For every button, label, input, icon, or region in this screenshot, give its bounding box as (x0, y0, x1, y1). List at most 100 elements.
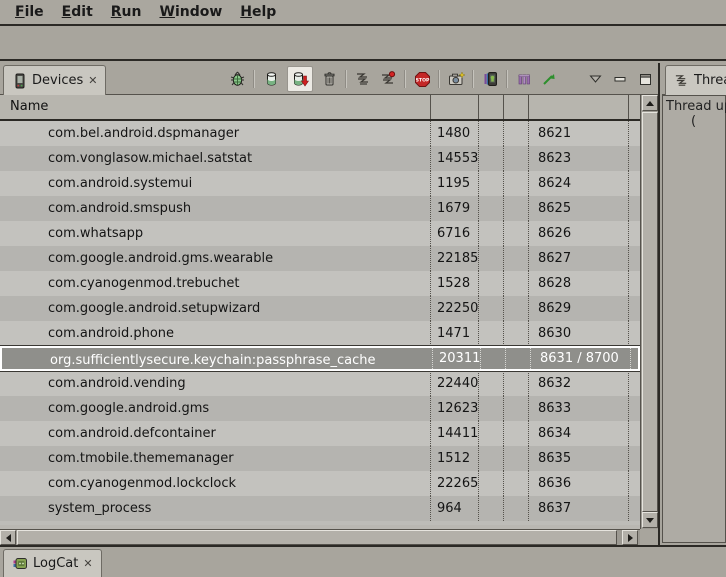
row-pid: 20311 (432, 348, 480, 369)
table-row[interactable]: com.android.vending224408632 (0, 371, 640, 396)
column-divider[interactable] (478, 95, 479, 119)
heap-cylinder-icon[interactable] (262, 70, 280, 88)
table-row[interactable]: com.google.android.setupwizard222508629 (0, 296, 640, 321)
row-empty-cell (628, 196, 640, 221)
row-empty-cell (478, 121, 503, 146)
row-empty-cell (503, 121, 528, 146)
garbage-collect-trash-icon[interactable] (320, 70, 338, 88)
tab-devices[interactable]: Devices ✕ (3, 65, 106, 95)
row-empty-cell (503, 196, 528, 221)
row-empty-cell (628, 321, 640, 346)
row-empty-cell (628, 121, 640, 146)
row-name: com.android.systemui (0, 171, 430, 196)
row-pid: 22440 (430, 371, 478, 396)
row-empty-cell (503, 496, 528, 521)
scroll-right-button[interactable] (622, 530, 638, 545)
row-port: 8637 (528, 496, 628, 521)
screenshot-camera-icon[interactable] (447, 70, 465, 88)
row-port: 8621 (528, 121, 628, 146)
menu-window[interactable]: Window (150, 2, 231, 22)
column-divider[interactable] (430, 95, 431, 119)
column-header-name[interactable]: Name (10, 99, 48, 114)
table-header[interactable]: Name (0, 95, 640, 121)
menu-help[interactable]: Help (231, 2, 285, 22)
close-icon[interactable]: ✕ (83, 558, 92, 569)
row-empty-cell (630, 348, 640, 369)
column-divider[interactable] (503, 95, 504, 119)
close-icon[interactable]: ✕ (88, 75, 97, 86)
table-row[interactable]: com.android.defcontainer144118634 (0, 421, 640, 446)
row-empty-cell (478, 246, 503, 271)
profiling-bars-icon[interactable] (515, 70, 533, 88)
toolbar-separator (253, 70, 255, 88)
app-toolbar-strip (0, 26, 726, 61)
row-pid: 1679 (430, 196, 478, 221)
update-threads-icon[interactable] (354, 70, 372, 88)
row-name: com.android.defcontainer (0, 421, 430, 446)
row-empty-cell (628, 471, 640, 496)
scroll-down-button[interactable] (642, 512, 658, 528)
menu-file[interactable]: File (6, 2, 53, 22)
table-row[interactable]: com.android.systemui11958624 (0, 171, 640, 196)
column-divider[interactable] (528, 95, 529, 119)
row-empty-cell (478, 171, 503, 196)
table-row[interactable]: com.vonglasow.michael.satstat145538623 (0, 146, 640, 171)
logcat-bar: LogCat ✕ (0, 545, 726, 577)
scroll-up-button[interactable] (642, 95, 658, 111)
column-divider[interactable] (628, 95, 629, 119)
table-row[interactable]: com.google.android.gms.wearable221858627 (0, 246, 640, 271)
row-pid: 22185 (430, 246, 478, 271)
vertical-scrollbar-thumb[interactable] (642, 112, 658, 512)
table-row[interactable]: com.whatsapp67168626 (0, 221, 640, 246)
table-row[interactable]: com.google.android.gms126238633 (0, 396, 640, 421)
row-name: com.google.android.gms.wearable (0, 246, 430, 271)
debug-bug-icon[interactable] (228, 70, 246, 88)
threads-red-dot-icon[interactable] (379, 70, 397, 88)
row-empty-cell (628, 246, 640, 271)
tab-threads[interactable]: Threads (665, 65, 726, 95)
row-pid: 14411 (430, 421, 478, 446)
row-empty-cell (478, 446, 503, 471)
view-menu-icon[interactable] (586, 70, 604, 88)
heap-dump-red-arrow-icon[interactable] (287, 66, 313, 92)
device-table-body: com.bel.android.dspmanager14808621com.vo… (0, 121, 640, 525)
row-name: com.android.phone (0, 321, 430, 346)
scrollbar-corner (640, 529, 660, 545)
maximize-icon[interactable] (636, 70, 654, 88)
device-screen-capture-icon[interactable] (481, 70, 499, 88)
row-empty-cell (628, 221, 640, 246)
menu-edit[interactable]: Edit (53, 2, 102, 22)
menu-run[interactable]: Run (102, 2, 151, 22)
threads-icon (674, 73, 689, 88)
horizontal-scrollbar-thumb[interactable] (17, 530, 617, 545)
table-row[interactable]: com.android.smspush16798625 (0, 196, 640, 221)
table-row[interactable]: com.cyanogenmod.lockclock222658636 (0, 471, 640, 496)
toolbar-separator (506, 70, 508, 88)
table-row[interactable]: com.bel.android.dspmanager14808621 (0, 121, 640, 146)
devices-tabbar: Devices ✕ (0, 63, 658, 95)
scroll-left-button[interactable] (0, 530, 16, 545)
row-name: system_process (0, 496, 430, 521)
tab-logcat-label: LogCat (33, 556, 78, 571)
tab-logcat[interactable]: LogCat ✕ (3, 549, 102, 577)
stop-process-icon[interactable]: STOP (413, 70, 431, 88)
table-row[interactable]: com.cyanogenmod.trebuchet15288628 (0, 271, 640, 296)
row-pid: 22265 (430, 471, 478, 496)
row-pid: 22250 (430, 296, 478, 321)
table-row[interactable]: com.tmobile.thememanager15128635 (0, 446, 640, 471)
minimize-icon[interactable] (611, 70, 629, 88)
table-row[interactable]: com.android.phone14718630 (0, 321, 640, 346)
devices-toolbar: STOP (228, 65, 654, 93)
horizontal-scrollbar[interactable] (0, 529, 640, 545)
table-row[interactable]: org.sufficientlysecure.keychain:passphra… (0, 346, 640, 371)
row-empty-cell (628, 396, 640, 421)
row-pid: 12623 (430, 396, 478, 421)
row-name: com.bel.android.dspmanager (0, 121, 430, 146)
vertical-scrollbar[interactable] (640, 95, 658, 529)
main-area: Devices ✕ (0, 63, 726, 545)
row-empty-cell (503, 246, 528, 271)
start-tracing-arrow-icon[interactable] (540, 70, 558, 88)
row-port: 8636 (528, 471, 628, 496)
tab-devices-label: Devices (32, 73, 83, 88)
table-row[interactable]: system_process9648637 (0, 496, 640, 521)
